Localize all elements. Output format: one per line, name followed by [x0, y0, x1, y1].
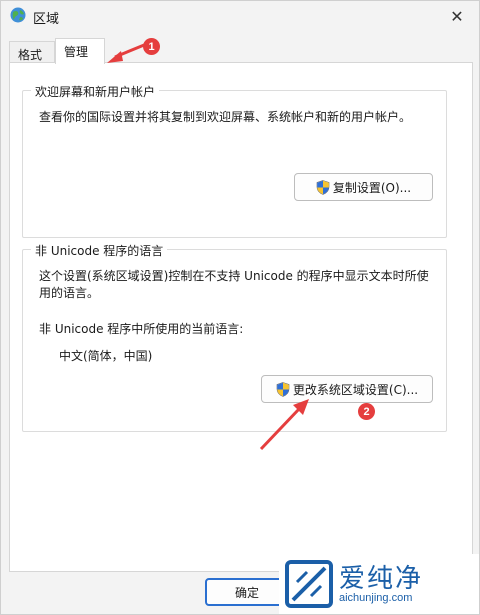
current-language-value: 中文(简体，中国): [59, 349, 153, 363]
ok-label: 确定: [234, 585, 259, 600]
watermark: 爱纯净 aichunjing.com: [279, 554, 479, 614]
watermark-domain: aichunjing.com: [339, 592, 413, 604]
tab-panel-administrative: 欢迎屏幕和新用户帐户 查看你的国际设置并将其复制到欢迎屏幕、系统帐户和新的用户帐…: [9, 62, 473, 572]
copy-settings-label: 复制设置(O)...: [332, 180, 412, 195]
annotation-badge-1: 1: [143, 38, 160, 55]
window-title: 区域: [33, 12, 60, 27]
tab-formats[interactable]: 格式: [9, 41, 55, 63]
welcome-description: 查看你的国际设置并将其复制到欢迎屏幕、系统帐户和新的用户帐户。: [39, 110, 412, 124]
globe-icon: [10, 7, 26, 23]
region-dialog: 区域 ✕ 格式 管理 欢迎屏幕和新用户帐户 查看你的国际设置并将其复制到欢迎屏幕…: [0, 0, 480, 615]
welcome-screen-group: 欢迎屏幕和新用户帐户 查看你的国际设置并将其复制到欢迎屏幕、系统帐户和新的用户帐…: [22, 83, 447, 238]
close-button[interactable]: ✕: [435, 1, 479, 31]
uac-shield-icon: [316, 179, 330, 195]
non-unicode-group-title: 非 Unicode 程序的语言: [31, 242, 168, 259]
brand-logo-icon: [285, 560, 333, 608]
change-system-locale-label: 更改系统区域设置(C)...: [292, 382, 419, 397]
title-bar: 区域 ✕: [1, 1, 479, 31]
non-unicode-description-line1: 这个设置(系统区域设置)控制在不支持 Unicode 的程序中显示文本时所使: [39, 269, 429, 283]
annotation-arrow-2: [259, 399, 309, 451]
copy-settings-button[interactable]: 复制设置(O)...: [294, 173, 433, 201]
tab-administrative[interactable]: 管理: [55, 38, 105, 64]
close-icon: ✕: [450, 6, 464, 26]
watermark-brand: 爱纯净: [339, 564, 424, 594]
non-unicode-group: 非 Unicode 程序的语言 这个设置(系统区域设置)控制在不支持 Unico…: [22, 242, 447, 432]
annotation-badge-2: 2: [358, 403, 375, 420]
welcome-group-title: 欢迎屏幕和新用户帐户: [31, 83, 160, 100]
current-language-label: 非 Unicode 程序中所使用的当前语言:: [39, 322, 244, 336]
ok-button[interactable]: 确定: [205, 578, 289, 606]
non-unicode-description-line2: 用的语言。: [39, 286, 100, 300]
uac-shield-icon: [276, 381, 290, 397]
